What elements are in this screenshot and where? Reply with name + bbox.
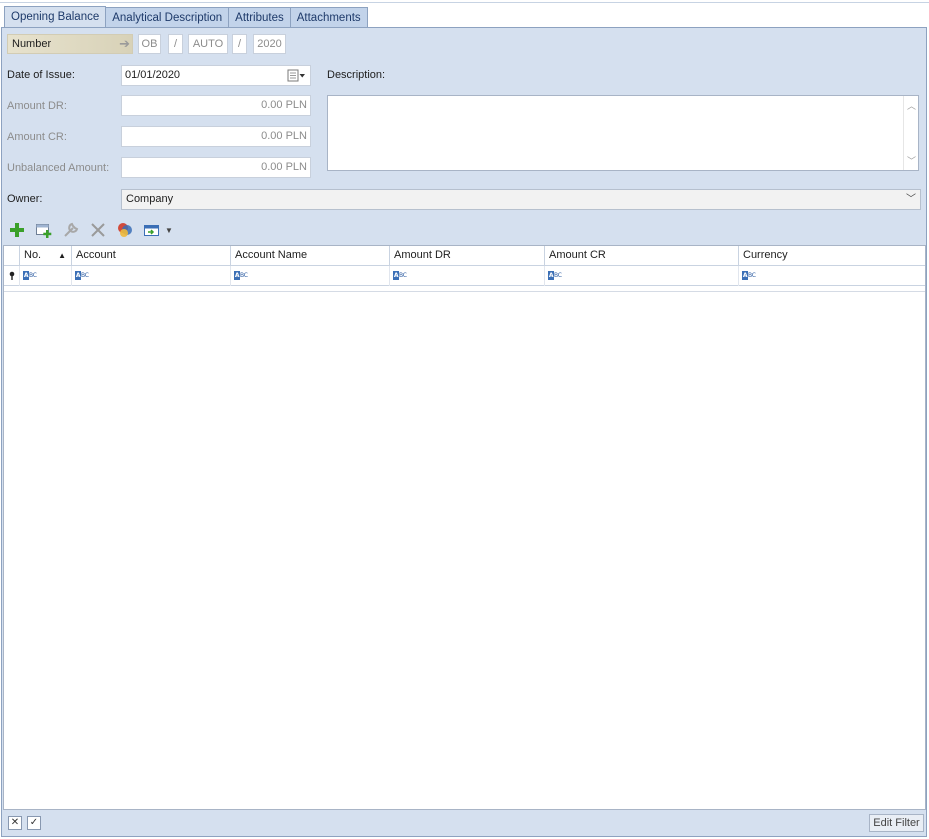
filter-cell-amount-cr[interactable]: ABC bbox=[545, 266, 739, 286]
description-textarea[interactable]: ︿ ﹀ bbox=[327, 95, 919, 171]
description-scrollbar[interactable]: ︿ ﹀ bbox=[903, 96, 918, 170]
number-auto-field[interactable]: AUTO bbox=[188, 34, 228, 54]
column-header-amount-dr[interactable]: Amount DR bbox=[390, 246, 545, 265]
number-label: Number bbox=[12, 38, 52, 50]
amount-cr-field: 0.00 PLN bbox=[121, 126, 311, 147]
owner-select[interactable]: Company ﹀ bbox=[121, 189, 921, 210]
text-filter-icon: ABC bbox=[75, 271, 89, 280]
description-label: Description: bbox=[327, 69, 386, 81]
delete-icon[interactable] bbox=[89, 221, 107, 239]
column-header-no-label: No. bbox=[24, 249, 42, 261]
owner-label: Owner: bbox=[7, 193, 43, 205]
tab-opening-balance[interactable]: Opening Balance bbox=[4, 6, 107, 28]
column-header-account[interactable]: Account bbox=[72, 246, 231, 265]
pin-icon bbox=[9, 271, 15, 280]
filter-cell-no[interactable]: ABC bbox=[20, 266, 72, 286]
arrow-right-icon: ➔ bbox=[119, 36, 130, 51]
number-prefix-field[interactable]: OB bbox=[138, 34, 161, 54]
export-dropdown-icon[interactable]: ▼ bbox=[165, 226, 173, 235]
amount-cr-label: Amount CR: bbox=[7, 131, 67, 143]
filter-cell-account-name[interactable]: ABC bbox=[231, 266, 390, 286]
grid-header-row: No. ▲ Account Account Name Amount DR Amo… bbox=[4, 246, 925, 266]
number-button[interactable]: Number ➔ bbox=[7, 34, 133, 54]
tab-analytical-description[interactable]: Analytical Description bbox=[105, 7, 230, 28]
unbalanced-amount-field: 0.00 PLN bbox=[121, 157, 311, 178]
text-filter-icon: ABC bbox=[548, 271, 562, 280]
amount-dr-field: 0.00 PLN bbox=[121, 95, 311, 116]
export-icon[interactable] bbox=[143, 221, 161, 239]
text-filter-icon: ABC bbox=[742, 271, 756, 280]
grid-footer: ✕ ✓ Edit Filter bbox=[2, 810, 926, 836]
filter-cell-currency[interactable]: ABC bbox=[739, 266, 925, 286]
grid-toolbar: ▼ bbox=[8, 220, 173, 240]
chevron-down-icon: ﹀ bbox=[906, 194, 916, 205]
edit-icon[interactable] bbox=[62, 221, 80, 239]
amount-dr-label: Amount DR: bbox=[7, 100, 67, 112]
edit-filter-button[interactable]: Edit Filter bbox=[869, 814, 924, 832]
colors-icon[interactable] bbox=[116, 221, 134, 239]
add-icon[interactable] bbox=[8, 221, 26, 239]
column-header-no[interactable]: No. ▲ bbox=[20, 246, 72, 265]
number-year-field[interactable]: 2020 bbox=[253, 34, 286, 54]
unbalanced-amount-label: Unbalanced Amount: bbox=[7, 162, 110, 174]
number-separator-1: / bbox=[168, 34, 183, 54]
tab-attachments[interactable]: Attachments bbox=[289, 7, 368, 28]
owner-value: Company bbox=[126, 193, 174, 205]
clear-filter-button[interactable]: ✕ bbox=[8, 816, 22, 830]
text-filter-icon: ABC bbox=[23, 271, 37, 280]
filter-cell-amount-dr[interactable]: ABC bbox=[390, 266, 545, 286]
date-of-issue-label: Date of Issue: bbox=[7, 69, 75, 81]
grid-divider bbox=[4, 291, 925, 292]
column-header-account-name[interactable]: Account Name bbox=[231, 246, 390, 265]
column-header-amount-cr[interactable]: Amount CR bbox=[545, 246, 739, 265]
scroll-down-icon[interactable]: ﹀ bbox=[907, 154, 916, 167]
date-of-issue-value: 01/01/2020 bbox=[125, 69, 181, 81]
tab-bar: Opening Balance Analytical Description A… bbox=[4, 6, 368, 28]
filter-row: ABC ABC ABC ABC ABC ABC bbox=[4, 266, 925, 286]
date-of-issue-field[interactable]: 01/01/2020 bbox=[121, 65, 311, 86]
add-from-list-icon[interactable] bbox=[35, 221, 53, 239]
filter-cell-account[interactable]: ABC bbox=[72, 266, 231, 286]
window-top-border bbox=[0, 0, 929, 3]
text-filter-icon: ABC bbox=[234, 271, 248, 280]
row-indicator-header bbox=[4, 246, 20, 265]
scroll-up-icon[interactable]: ︿ bbox=[907, 99, 916, 112]
enable-filter-checkbox[interactable]: ✓ bbox=[27, 816, 41, 830]
text-filter-icon: ABC bbox=[393, 271, 407, 280]
sort-ascending-icon: ▲ bbox=[58, 251, 66, 260]
column-header-currency[interactable]: Currency bbox=[739, 246, 925, 265]
opening-balance-panel: Number ➔ OB / AUTO / 2020 Date of Issue:… bbox=[1, 27, 927, 837]
accounts-grid: No. ▲ Account Account Name Amount DR Amo… bbox=[3, 245, 926, 810]
calendar-dropdown-icon[interactable] bbox=[287, 69, 307, 82]
tab-attributes[interactable]: Attributes bbox=[228, 7, 291, 28]
number-separator-2: / bbox=[232, 34, 247, 54]
filter-row-indicator bbox=[4, 266, 20, 286]
